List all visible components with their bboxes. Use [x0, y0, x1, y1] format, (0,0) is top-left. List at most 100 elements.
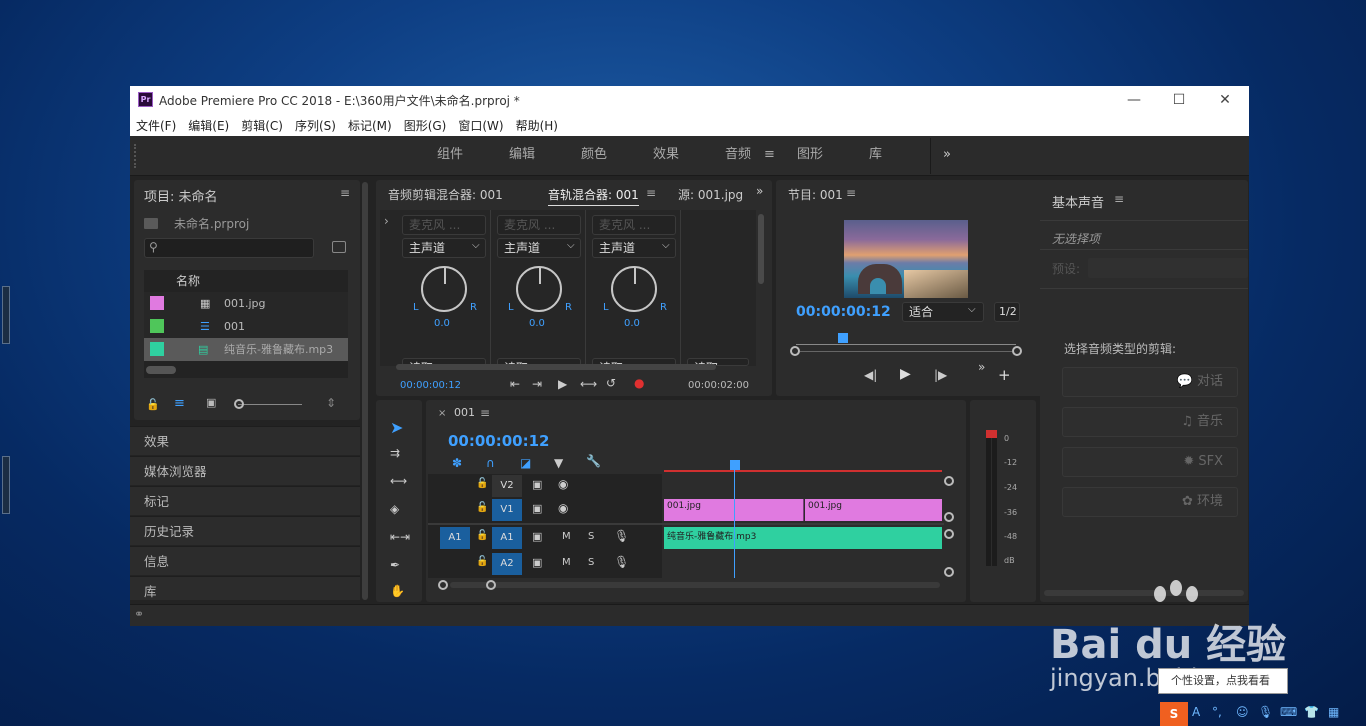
skin-icon[interactable]: 👕: [1304, 705, 1319, 719]
pen-tool-icon[interactable]: ✒: [390, 558, 400, 572]
tab-assembly[interactable]: 组件: [437, 136, 463, 174]
razor-tool-icon[interactable]: ◈: [390, 502, 399, 516]
list-view-icon[interactable]: ≡: [174, 396, 185, 411]
program-monitor-menu-icon[interactable]: ≡: [846, 186, 856, 200]
zoom-slider-handle[interactable]: [234, 399, 244, 409]
linked-selection-icon[interactable]: ◪: [520, 456, 531, 470]
label-color-swatch[interactable]: [150, 342, 164, 356]
essential-sound-menu-icon[interactable]: ≡: [1114, 192, 1124, 206]
microphone-icon[interactable]: 🎙: [614, 555, 629, 569]
menu-edit[interactable]: 编辑(E): [182, 116, 235, 136]
timeline-hscroll-track[interactable]: [450, 582, 940, 588]
track-v1-label[interactable]: V1: [492, 499, 522, 521]
toggle-sync-lock-icon[interactable]: ▣: [532, 478, 542, 491]
mute-button[interactable]: M: [562, 531, 571, 542]
more-tabs-icon[interactable]: »: [756, 184, 763, 198]
tab-editing[interactable]: 编辑: [509, 136, 535, 174]
timeline-hscroll-start[interactable]: [438, 580, 448, 590]
input-select[interactable]: 麦克风 ...: [497, 215, 581, 235]
expand-arrow-icon[interactable]: ›: [384, 214, 389, 228]
menu-clip[interactable]: 剪辑(C): [235, 116, 289, 136]
zoom-slider[interactable]: [238, 404, 302, 405]
panel-markers[interactable]: 标记: [130, 486, 360, 515]
add-button-icon[interactable]: +: [998, 366, 1011, 384]
track-a1-label[interactable]: A1: [492, 527, 522, 549]
menu-help[interactable]: 帮助(H): [510, 116, 564, 136]
snap-icon[interactable]: ∩: [486, 456, 495, 470]
sequence-menu-icon[interactable]: ≡: [480, 406, 490, 420]
project-item-sequence[interactable]: ☰ 001: [144, 315, 348, 338]
lock-icon[interactable]: 🔓: [476, 502, 488, 513]
mute-button[interactable]: M: [562, 557, 571, 568]
tab-audio-track-mixer[interactable]: 音轨混合器: 001: [548, 186, 639, 206]
track-a2-label[interactable]: A2: [492, 553, 522, 575]
pan-value[interactable]: 0.0: [624, 318, 640, 329]
left-panel-scrollbar[interactable]: [362, 182, 368, 600]
lock-icon[interactable]: 🔓: [476, 478, 488, 489]
resolution-select[interactable]: 1/2: [994, 302, 1020, 322]
menu-marker[interactable]: 标记(M): [342, 116, 398, 136]
input-select[interactable]: 麦克风 ...: [402, 215, 486, 235]
punctuation-icon[interactable]: °,: [1212, 705, 1222, 719]
track-mixer-menu-icon[interactable]: ≡: [646, 186, 656, 200]
lock-icon[interactable]: 🔓: [476, 556, 488, 567]
mixer-time-current[interactable]: 00:00:00:12: [400, 380, 461, 391]
timeline-vscroll-handle[interactable]: [944, 529, 954, 539]
timeline-timecode[interactable]: 00:00:00:12: [448, 432, 550, 450]
program-timecode[interactable]: 00:00:00:12: [796, 304, 891, 320]
input-select[interactable]: 麦克风 ...: [592, 215, 676, 235]
settings-wrench-icon[interactable]: 🔧: [586, 454, 601, 468]
track-v2-label[interactable]: V2: [492, 475, 522, 497]
panel-history[interactable]: 历史记录: [130, 516, 360, 545]
timeline-vscroll-handle[interactable]: [944, 476, 954, 486]
pan-knob[interactable]: [516, 266, 562, 312]
pan-value[interactable]: 0.0: [434, 318, 450, 329]
hand-tool-icon[interactable]: ✋: [390, 584, 405, 598]
sequence-tab[interactable]: 001: [454, 406, 475, 419]
record-icon[interactable]: ●: [634, 376, 644, 390]
meter-clip-indicator[interactable]: [986, 430, 997, 438]
program-time-ruler[interactable]: [796, 344, 1016, 345]
more-buttons-icon[interactable]: »: [978, 360, 985, 374]
preset-select[interactable]: [1088, 258, 1248, 278]
dialogue-button[interactable]: 💬 对话: [1062, 367, 1238, 397]
creative-cloud-icon[interactable]: ⚭: [134, 607, 144, 621]
column-name[interactable]: 名称: [176, 272, 200, 289]
ruler-start-handle[interactable]: [790, 346, 800, 356]
menu-file[interactable]: 文件(F): [130, 116, 182, 136]
tab-audio-menu-icon[interactable]: ≡: [764, 136, 775, 174]
sogou-ime-icon[interactable]: S: [1160, 702, 1188, 726]
program-playhead-marker[interactable]: [838, 333, 848, 343]
project-search-input[interactable]: ⚲: [144, 238, 314, 258]
project-hscroll[interactable]: [146, 366, 176, 374]
project-panel-title[interactable]: 项目: 未命名: [144, 186, 218, 205]
toggle-sync-lock-icon[interactable]: ▣: [532, 556, 542, 569]
menu-sequence[interactable]: 序列(S): [289, 116, 342, 136]
new-search-bin-icon[interactable]: [332, 241, 346, 253]
timeline-ruler-bar[interactable]: [664, 470, 942, 472]
eye-icon[interactable]: ◉: [558, 477, 568, 491]
emoji-icon[interactable]: ☺: [1236, 705, 1249, 719]
tab-audio-clip-mixer[interactable]: 音频剪辑混合器: 001: [388, 186, 503, 203]
go-to-in-icon[interactable]: ⇤: [510, 377, 520, 391]
solo-button[interactable]: S: [588, 557, 594, 568]
panel-info[interactable]: 信息: [130, 546, 360, 575]
label-color-swatch[interactable]: [150, 319, 164, 333]
minimize-button[interactable]: —: [1124, 90, 1144, 110]
tab-color[interactable]: 颜色: [581, 136, 607, 174]
go-to-out-icon[interactable]: ⇥: [532, 377, 542, 391]
mixer-hscroll[interactable]: [396, 364, 716, 370]
essential-sound-title[interactable]: 基本声音: [1052, 192, 1104, 211]
video-clip-2[interactable]: 001.jpg: [805, 499, 942, 521]
close-sequence-icon[interactable]: ×: [438, 408, 446, 419]
timeline-vscroll-handle[interactable]: [944, 512, 954, 522]
tab-effects[interactable]: 效果: [653, 136, 679, 174]
play-in-out-icon[interactable]: ⟷: [580, 377, 597, 391]
panel-media-browser[interactable]: 媒体浏览器: [130, 456, 360, 485]
solo-button[interactable]: S: [588, 531, 594, 542]
font-icon[interactable]: A: [1192, 705, 1200, 719]
mixer-vscroll[interactable]: [758, 214, 764, 284]
nest-icon[interactable]: ✽: [452, 456, 462, 470]
ambience-button[interactable]: ✿ 环境: [1062, 487, 1238, 517]
loop-icon[interactable]: ↺: [606, 376, 616, 390]
